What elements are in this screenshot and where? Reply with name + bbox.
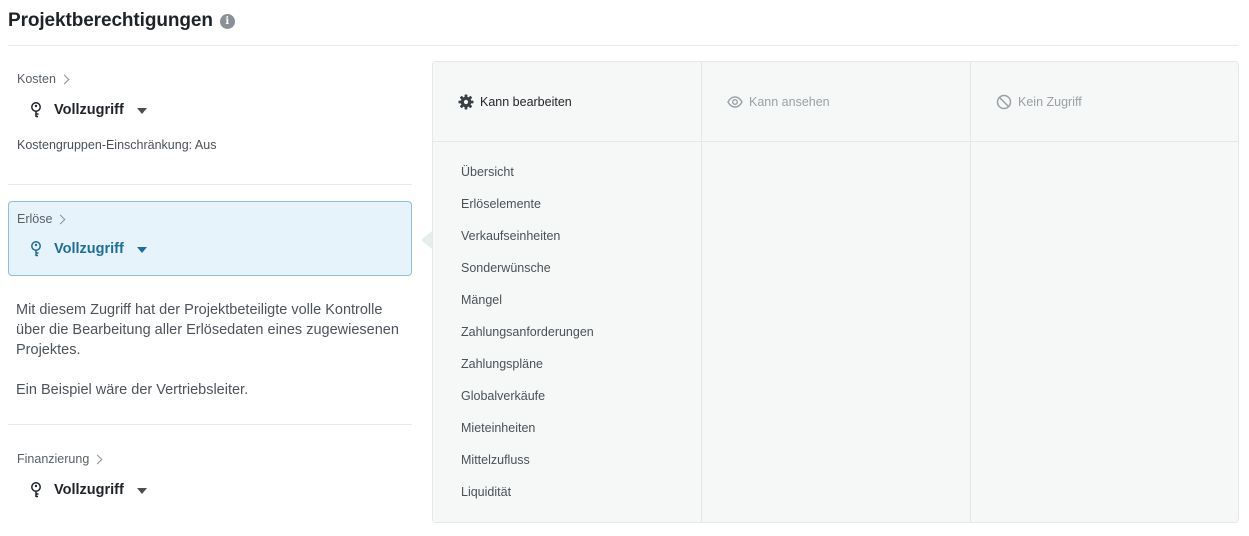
permission-list-can-edit: Übersicht Erlöselemente Verkaufseinheite… [433, 142, 701, 516]
column-header-can-edit: Kann bearbeiten [433, 62, 701, 142]
section-kosten-title: Kosten [17, 72, 56, 86]
caret-down-icon [136, 487, 147, 494]
section-kosten: Kosten Vollzugriff Kostengruppen-Einschr… [8, 72, 412, 152]
chevron-right-icon [59, 74, 70, 84]
section-finanzierung-title: Finanzierung [17, 452, 90, 466]
list-item: Zahlungspläne [461, 357, 544, 371]
column-label-can-view: Kann ansehen [749, 94, 830, 109]
column-header-no-access: Kein Zugriff [971, 62, 1238, 142]
access-level-label: Vollzugriff [54, 241, 124, 257]
key-icon [31, 241, 41, 257]
info-icon[interactable]: i [219, 13, 235, 29]
section-erloese[interactable]: Erlöse Vollzugriff [8, 201, 412, 276]
key-icon [31, 102, 41, 118]
column-label-can-edit: Kann bearbeiten [480, 94, 572, 109]
no-access-icon [996, 94, 1012, 109]
list-item: Mittelzufluss [461, 453, 530, 467]
access-dropdown-kosten[interactable]: Vollzugriff [8, 101, 412, 119]
section-kosten-link[interactable]: Kosten [8, 72, 412, 86]
page-header: Projektberechtigungen i [8, 8, 235, 34]
list-item: Liquidität [461, 485, 512, 499]
gear-icon [458, 94, 474, 109]
section-erloese-title: Erlöse [17, 212, 53, 226]
page-title: Projektberechtigungen [8, 10, 213, 31]
list-item: Zahlungsanforderungen [461, 325, 594, 339]
eye-icon [727, 95, 743, 108]
access-level-label: Vollzugriff [54, 482, 124, 498]
list-item: Mieteinheiten [461, 421, 536, 435]
access-level-label: Vollzugriff [54, 102, 124, 118]
section-erloese-link[interactable]: Erlöse [9, 212, 411, 226]
column-no-access: Kein Zugriff [970, 62, 1238, 522]
list-item: Erlöselemente [461, 197, 541, 211]
access-dropdown-erloese[interactable]: Vollzugriff [9, 240, 411, 258]
column-label-no-access: Kein Zugriff [1018, 94, 1082, 109]
key-icon [31, 482, 41, 498]
list-item: Mängel [461, 293, 502, 307]
access-description: Mit diesem Zugriff hat der Projektbeteil… [16, 302, 399, 358]
chevron-right-icon [55, 214, 66, 224]
section-divider [8, 184, 412, 185]
list-item: Übersicht [461, 165, 514, 179]
column-can-edit: Kann bearbeiten Übersicht Erlöselemente … [433, 62, 701, 522]
caret-down-icon [136, 246, 147, 253]
list-item: Verkaufseinheiten [461, 229, 561, 243]
list-item: Sonderwünsche [461, 261, 551, 275]
section-divider [8, 424, 412, 425]
section-finanzierung-link[interactable]: Finanzierung [8, 452, 412, 466]
column-can-view: Kann ansehen [701, 62, 970, 522]
access-example: Ein Beispiel wäre der Vertriebsleiter. [16, 382, 249, 398]
caret-down-icon [136, 107, 147, 114]
permissions-panel: Kann bearbeiten Übersicht Erlöselemente … [432, 61, 1239, 523]
chevron-right-icon [92, 454, 103, 464]
header-divider [8, 45, 1239, 46]
access-dropdown-finanzierung[interactable]: Vollzugriff [8, 481, 412, 499]
selection-pointer [421, 231, 432, 249]
cost-group-restriction: Kostengruppen-Einschränkung: Aus [17, 138, 217, 152]
list-item: Globalverkäufe [461, 389, 546, 403]
column-header-can-view: Kann ansehen [702, 62, 970, 142]
section-finanzierung: Finanzierung Vollzugriff [8, 452, 412, 499]
